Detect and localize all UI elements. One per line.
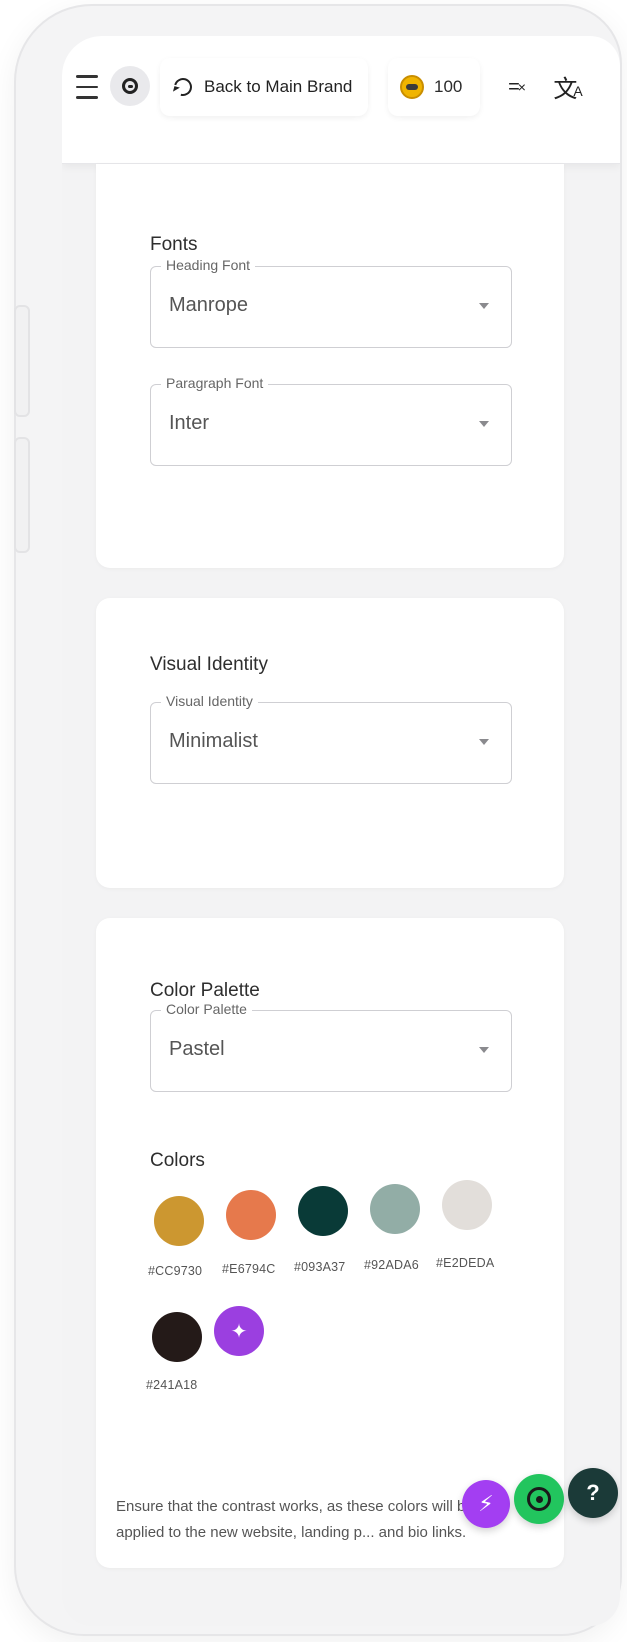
color-hex-label: #093A37 <box>294 1260 346 1274</box>
chevron-down-icon <box>479 421 489 427</box>
help-label: ? <box>586 1480 600 1505</box>
back-button-label: Back to Main Brand <box>204 77 353 96</box>
whatsapp-icon <box>527 1487 551 1511</box>
color-palette-title: Color Palette <box>150 980 260 1001</box>
translate-icon[interactable]: 文A <box>552 70 584 103</box>
account-button[interactable] <box>110 66 150 106</box>
phone-side-button <box>14 437 30 553</box>
color-swatch[interactable] <box>442 1180 492 1230</box>
paragraph-font-label: Paragraph Font <box>161 375 269 391</box>
coin-icon <box>400 75 424 99</box>
app-screen: Back to Main Brand 100 = × 文A Fonts Headi… <box>62 36 620 1626</box>
color-hex-label: #241A18 <box>146 1378 198 1392</box>
visual-identity-value: Minimalist <box>169 730 258 752</box>
color-swatch[interactable] <box>370 1184 420 1234</box>
heading-font-value: Manrope <box>169 294 248 316</box>
visual-identity-label: Visual Identity <box>161 693 258 709</box>
color-hex-label: #CC9730 <box>148 1264 203 1278</box>
hamburger-icon[interactable] <box>74 72 100 102</box>
color-hex-label: #E2DEDA <box>436 1256 495 1270</box>
color-palette-select[interactable]: Color Palette Pastel <box>150 1001 512 1092</box>
chevron-down-icon <box>479 739 489 745</box>
generate-colors-button[interactable]: ✦ <box>214 1306 264 1356</box>
color-palette-card: Color Palette Color Palette Pastel Color… <box>96 918 564 1568</box>
history-back-icon <box>170 74 196 100</box>
colors-title: Colors <box>150 1150 205 1171</box>
color-palette-label: Color Palette <box>161 1001 252 1017</box>
whatsapp-button[interactable] <box>514 1474 564 1524</box>
phone-side-button <box>14 305 30 417</box>
chevron-down-icon <box>479 303 489 309</box>
paragraph-font-value: Inter <box>169 412 210 434</box>
bolt-icon: ⚡ <box>478 1491 494 1516</box>
credits-count: 100 <box>434 77 463 96</box>
top-bar: Back to Main Brand 100 = × 文A <box>62 36 620 164</box>
heading-font-select[interactable]: Heading Font Manrope <box>150 257 512 348</box>
back-to-main-brand-button[interactable]: Back to Main Brand <box>160 58 368 116</box>
credits-badge[interactable]: 100 <box>388 58 480 116</box>
help-button[interactable]: ? <box>568 1468 618 1518</box>
account-icon <box>122 78 138 94</box>
color-swatch[interactable] <box>154 1196 204 1246</box>
color-hex-label: #92ADA6 <box>364 1258 419 1272</box>
visual-identity-title: Visual Identity <box>150 654 268 675</box>
quick-action-button[interactable]: ⚡ <box>462 1480 510 1528</box>
sparkles-icon: ✦ <box>230 1320 248 1343</box>
paragraph-font-select[interactable]: Paragraph Font Inter <box>150 375 512 466</box>
visual-identity-card: Visual Identity Visual Identity Minimali… <box>96 598 564 888</box>
fonts-card: Fonts Heading Font Manrope Paragraph Fon… <box>96 164 564 568</box>
color-swatch[interactable] <box>226 1190 276 1240</box>
color-swatch[interactable] <box>298 1186 348 1236</box>
sort-icon[interactable]: = × <box>502 74 532 100</box>
color-hex-label: #E6794C <box>222 1262 276 1276</box>
contrast-note: Ensure that the contrast works, as these… <box>116 1498 474 1541</box>
chevron-down-icon <box>479 1047 489 1053</box>
visual-identity-select[interactable]: Visual Identity Minimalist <box>150 693 512 784</box>
color-palette-value: Pastel <box>169 1038 225 1060</box>
fonts-title: Fonts <box>150 234 198 255</box>
heading-font-label: Heading Font <box>161 257 256 273</box>
color-swatch[interactable] <box>152 1312 202 1362</box>
